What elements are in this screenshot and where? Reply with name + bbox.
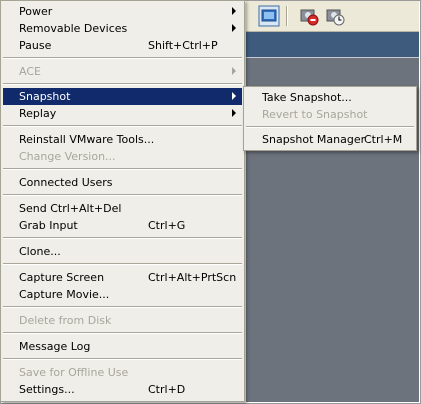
menu-item-connected-users[interactable]: Connected Users xyxy=(3,174,242,191)
menu-item-reinstall-vmware-tools[interactable]: Reinstall VMware Tools... xyxy=(3,131,242,148)
menu-item-save-for-offline-use[interactable]: Save for Offline Use xyxy=(3,364,242,381)
menu-item-label: Power xyxy=(19,5,53,18)
menu-item-label: ACE xyxy=(19,65,41,78)
menu-item-capture-movie[interactable]: Capture Movie... xyxy=(3,286,242,303)
menu-item-removable-devices[interactable]: Removable Devices xyxy=(3,20,242,37)
menu-item-shortcut: Shift+Ctrl+P xyxy=(148,39,218,52)
snapshot-submenu: Take Snapshot... Revert to Snapshot Snap… xyxy=(243,86,417,151)
snapshot-revert-icon[interactable] xyxy=(298,5,320,27)
menu-item-label: Save for Offline Use xyxy=(19,366,129,379)
menu-separator xyxy=(3,358,242,360)
menu-item-change-version[interactable]: Change Version... xyxy=(3,148,242,165)
menu-item-shortcut: Ctrl+M xyxy=(364,133,403,146)
menu-separator xyxy=(3,168,242,170)
menu-item-capture-screen[interactable]: Capture Screen Ctrl+Alt+PrtScn xyxy=(3,269,242,286)
menu-item-label: Clone... xyxy=(19,245,61,258)
menu-item-delete-from-disk[interactable]: Delete from Disk xyxy=(3,312,242,329)
menu-item-label: Snapshot xyxy=(19,90,71,103)
menu-separator xyxy=(3,263,242,265)
menu-item-label: Removable Devices xyxy=(19,22,128,35)
menu-item-pause[interactable]: Pause Shift+Ctrl+P xyxy=(3,37,242,54)
menu-separator xyxy=(3,306,242,308)
menu-item-label: Snapshot Manager xyxy=(262,133,366,146)
menu-item-ace[interactable]: ACE xyxy=(3,63,242,80)
menu-item-shortcut: Ctrl+Alt+PrtScn xyxy=(148,271,237,284)
submenu-arrow-icon xyxy=(232,67,236,75)
submenu-item-take-snapshot[interactable]: Take Snapshot... xyxy=(246,89,414,106)
menu-item-label: Change Version... xyxy=(19,150,116,163)
menu-item-label: Grab Input xyxy=(19,219,78,232)
submenu-arrow-icon xyxy=(232,92,236,100)
snapshot-manager-icon[interactable] xyxy=(324,5,346,27)
menu-item-label: Capture Screen xyxy=(19,271,105,284)
menu-item-label: Reinstall VMware Tools... xyxy=(19,133,155,146)
menu-item-label: Send Ctrl+Alt+Del xyxy=(19,202,122,215)
menu-item-label: Settings... xyxy=(19,383,75,396)
menu-separator xyxy=(3,83,242,85)
submenu-arrow-icon xyxy=(232,109,236,117)
menu-separator xyxy=(3,237,242,239)
menu-item-shortcut: Ctrl+D xyxy=(148,383,186,396)
menu-item-snapshot[interactable]: Snapshot xyxy=(3,88,242,105)
menu-item-send-ctrl-alt-del[interactable]: Send Ctrl+Alt+Del xyxy=(3,200,242,217)
view-window-icon[interactable] xyxy=(258,5,280,27)
menu-item-label: Message Log xyxy=(19,340,91,353)
menu-item-message-log[interactable]: Message Log xyxy=(3,338,242,355)
menu-item-shortcut: Ctrl+G xyxy=(148,219,186,232)
menu-item-label: Connected Users xyxy=(19,176,113,189)
submenu-arrow-icon xyxy=(232,24,236,32)
toolbar-separator xyxy=(286,6,287,26)
menu-item-replay[interactable]: Replay xyxy=(3,105,242,122)
menu-item-label: Capture Movie... xyxy=(19,288,110,301)
submenu-item-snapshot-manager[interactable]: Snapshot Manager Ctrl+M xyxy=(246,131,414,148)
menu-separator xyxy=(3,194,242,196)
menu-item-power[interactable]: Power xyxy=(3,3,242,20)
menu-item-label: Revert to Snapshot xyxy=(262,108,368,121)
menu-item-settings[interactable]: Settings... Ctrl+D xyxy=(3,381,242,398)
menu-separator xyxy=(3,57,242,59)
tab-strip xyxy=(246,32,419,58)
menu-item-grab-input[interactable]: Grab Input Ctrl+G xyxy=(3,217,242,234)
menu-item-label: Delete from Disk xyxy=(19,314,112,327)
menu-item-label: Pause xyxy=(19,39,52,52)
vm-menu: Power Removable Devices Pause Shift+Ctrl… xyxy=(0,0,245,402)
menu-separator xyxy=(3,125,242,127)
menu-separator xyxy=(246,126,414,128)
menu-item-label: Replay xyxy=(19,107,57,120)
toolbar xyxy=(246,1,419,32)
menu-separator xyxy=(3,332,242,334)
submenu-item-revert-to-snapshot[interactable]: Revert to Snapshot xyxy=(246,106,414,123)
menu-item-clone[interactable]: Clone... xyxy=(3,243,242,260)
menu-item-label: Take Snapshot... xyxy=(262,91,352,104)
submenu-arrow-icon xyxy=(232,7,236,15)
